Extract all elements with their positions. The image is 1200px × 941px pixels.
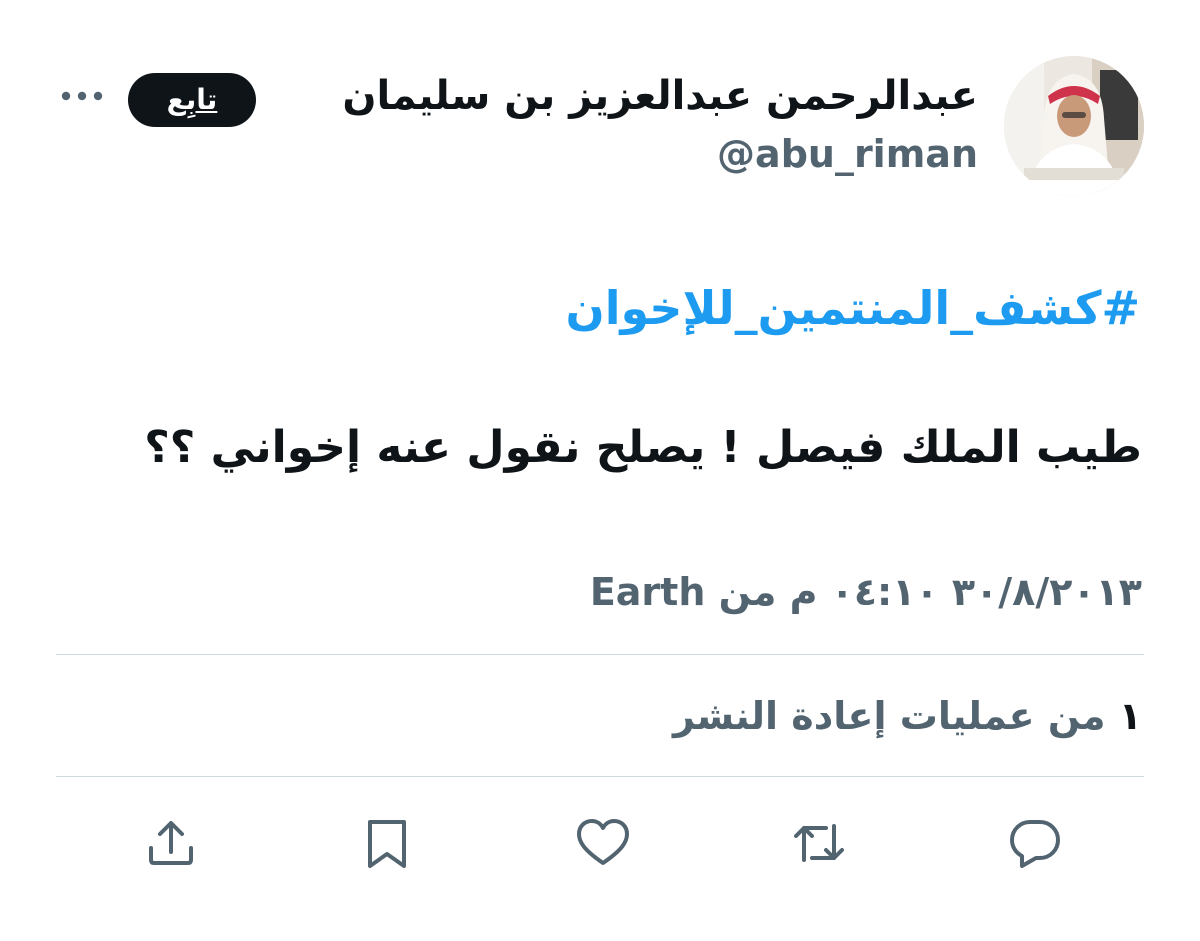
- tweet-text: طيب الملك فيصل ! يصلح نقول عنه إخواني ؟؟: [144, 422, 1142, 473]
- avatar-image: [1004, 56, 1144, 196]
- reply-icon[interactable]: [1006, 814, 1064, 872]
- retweet-stats-label: من عمليات إعادة النشر: [672, 694, 1106, 738]
- tweet-card: عبدالرحمن عبدالعزيز بن سليمان @abu_riman…: [0, 0, 1200, 941]
- retweet-icon[interactable]: [790, 814, 848, 872]
- share-icon[interactable]: [142, 814, 200, 872]
- bookmark-icon[interactable]: [358, 814, 416, 872]
- follow-button-label: تابِع: [166, 83, 218, 116]
- display-name[interactable]: عبدالرحمن عبدالعزيز بن سليمان: [342, 66, 978, 126]
- retweet-stats[interactable]: ١ من عمليات إعادة النشر: [673, 688, 1142, 744]
- divider: [56, 654, 1144, 655]
- more-horizontal-icon[interactable]: [60, 86, 104, 106]
- avatar[interactable]: [1004, 56, 1144, 196]
- follow-button[interactable]: تابِع: [128, 73, 256, 127]
- retweet-count: ١: [1118, 694, 1142, 738]
- tweet-timestamp[interactable]: ٣٠/٨/٢٠١٣ ٠٤:١٠ م من Earth: [590, 564, 1142, 620]
- divider: [56, 776, 1144, 777]
- heart-icon[interactable]: [574, 814, 632, 872]
- user-handle[interactable]: @abu_riman: [717, 128, 978, 180]
- hashtag-link[interactable]: #كشف_المنتمين_للإخوان: [565, 275, 1140, 341]
